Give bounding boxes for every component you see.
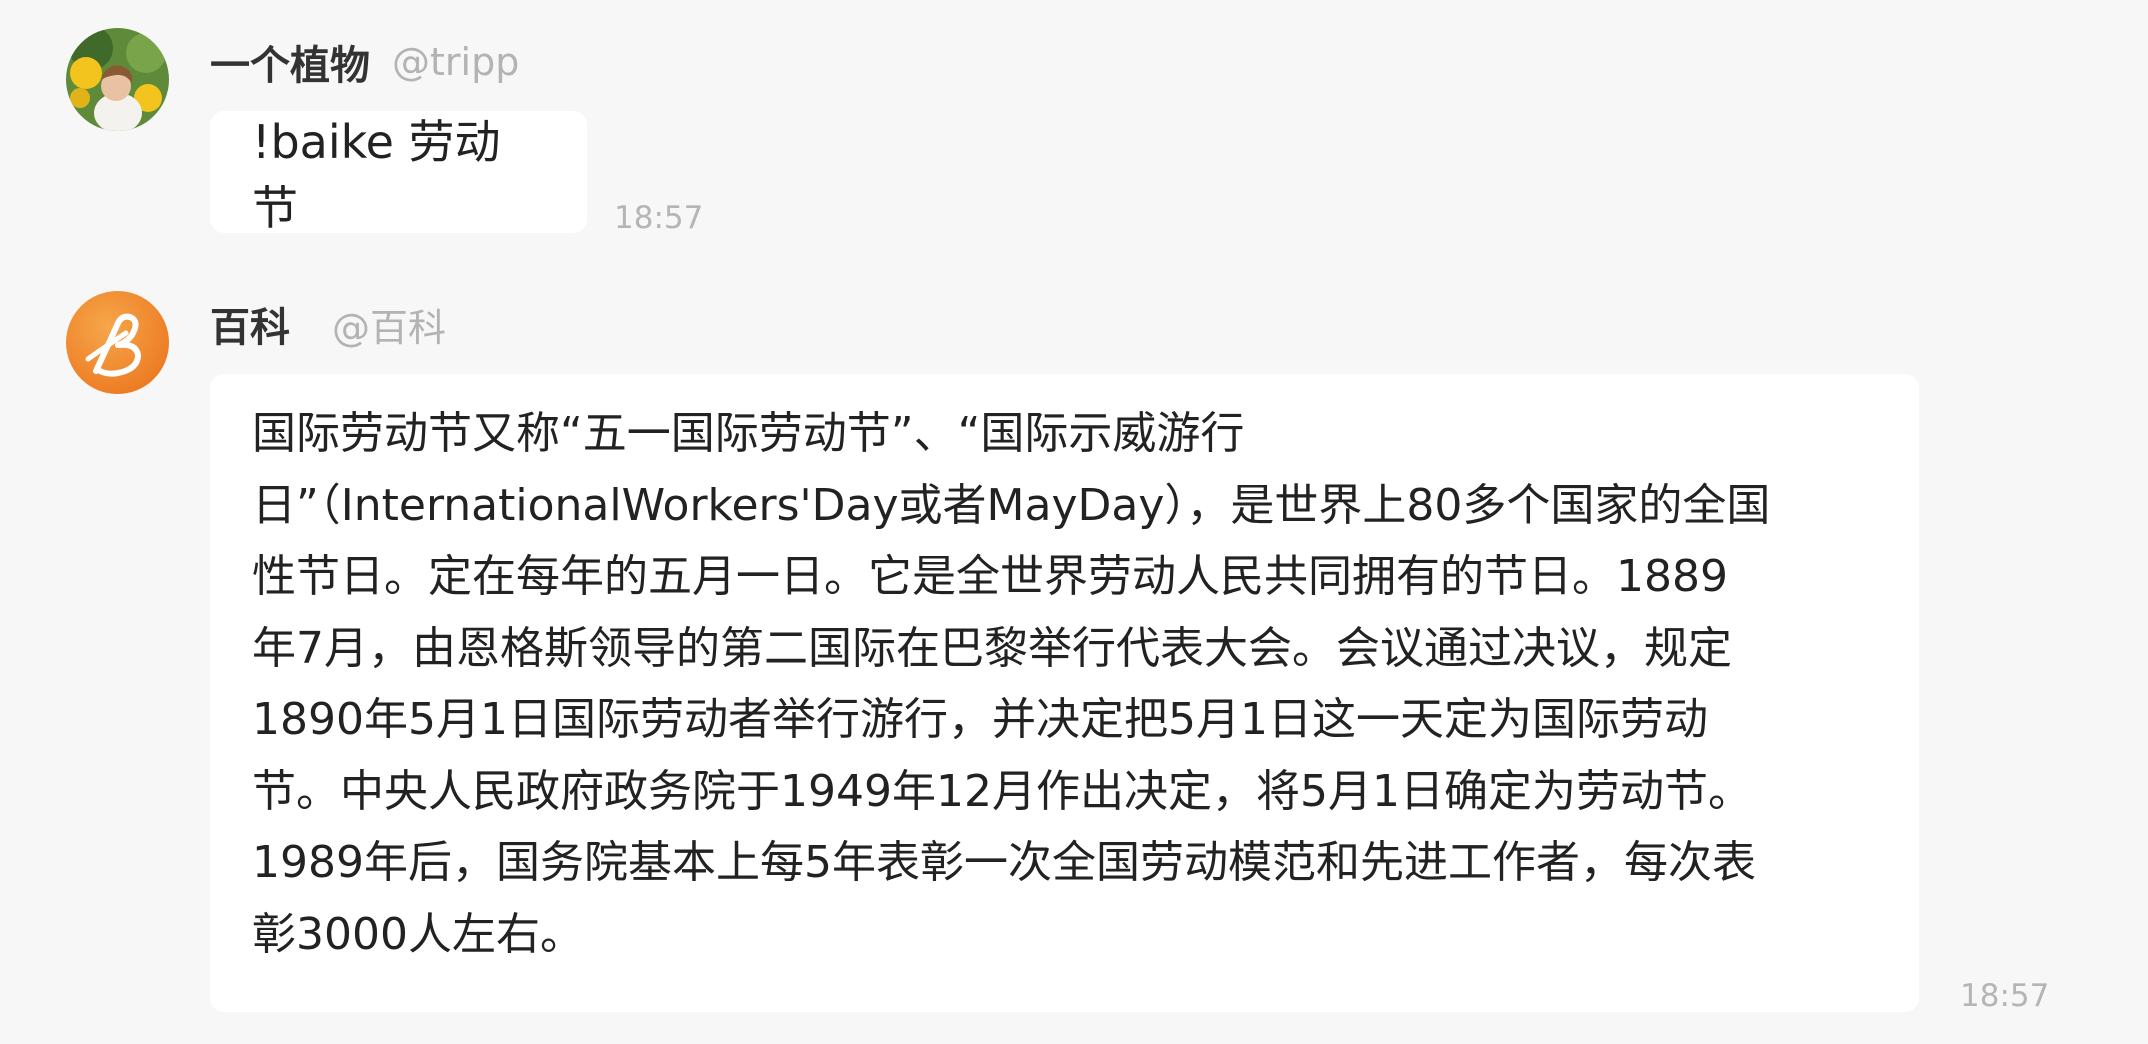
message-bubble: 国际劳动节又称“五一国际劳动节”、“国际示威游行 日”（Internationa… (210, 374, 1919, 1012)
message-text-line: 性节日。定在每年的五月一日。它是全世界劳动人民共同拥有的节日。1889 (252, 551, 1728, 602)
message-header: 百科 @百科 (210, 294, 446, 354)
message-header: 一个植物 @tripp (210, 32, 519, 92)
user-avatar[interactable] (66, 28, 169, 131)
sender-name[interactable]: 百科 (210, 295, 290, 353)
baike-logo-icon (66, 291, 169, 394)
message-text: !baike 劳动节 (252, 115, 501, 235)
message-text-line: 国际劳动节又称“五一国际劳动节”、“国际示威游行 (252, 408, 1245, 459)
sender-name[interactable]: 一个植物 (210, 33, 370, 91)
message-text-line: 彰3000人左右。 (252, 908, 584, 960)
message-text-line: 节。中央人民政府政务院于1949年12月作出决定，将5月1日确定为劳动节。 (252, 765, 1752, 817)
message-text-line: 年7月，由恩格斯领导的第二国际在巴黎举行代表大会。会议通过决议，规定 (252, 622, 1732, 674)
message-text-line: 1890年5月1日国际劳动者举行游行，并决定把5月1日这一天定为国际劳动 (252, 694, 1708, 745)
bot-avatar[interactable] (66, 291, 169, 394)
message-timestamp: 18:57 (614, 200, 704, 236)
message-text-line: 日”（InternationalWorkers'Day或者MayDay），是世界… (252, 479, 1771, 531)
user-avatar-photo (66, 28, 169, 131)
sender-handle[interactable]: @百科 (332, 297, 446, 352)
message-text-line: 1989年后，国务院基本上每5年表彰一次全国劳动模范和先进工作者，每次表 (252, 837, 1756, 888)
message-timestamp: 18:57 (1960, 978, 2050, 1014)
message-bubble: !baike 劳动节 (210, 111, 587, 235)
sender-handle[interactable]: @tripp (392, 40, 519, 84)
